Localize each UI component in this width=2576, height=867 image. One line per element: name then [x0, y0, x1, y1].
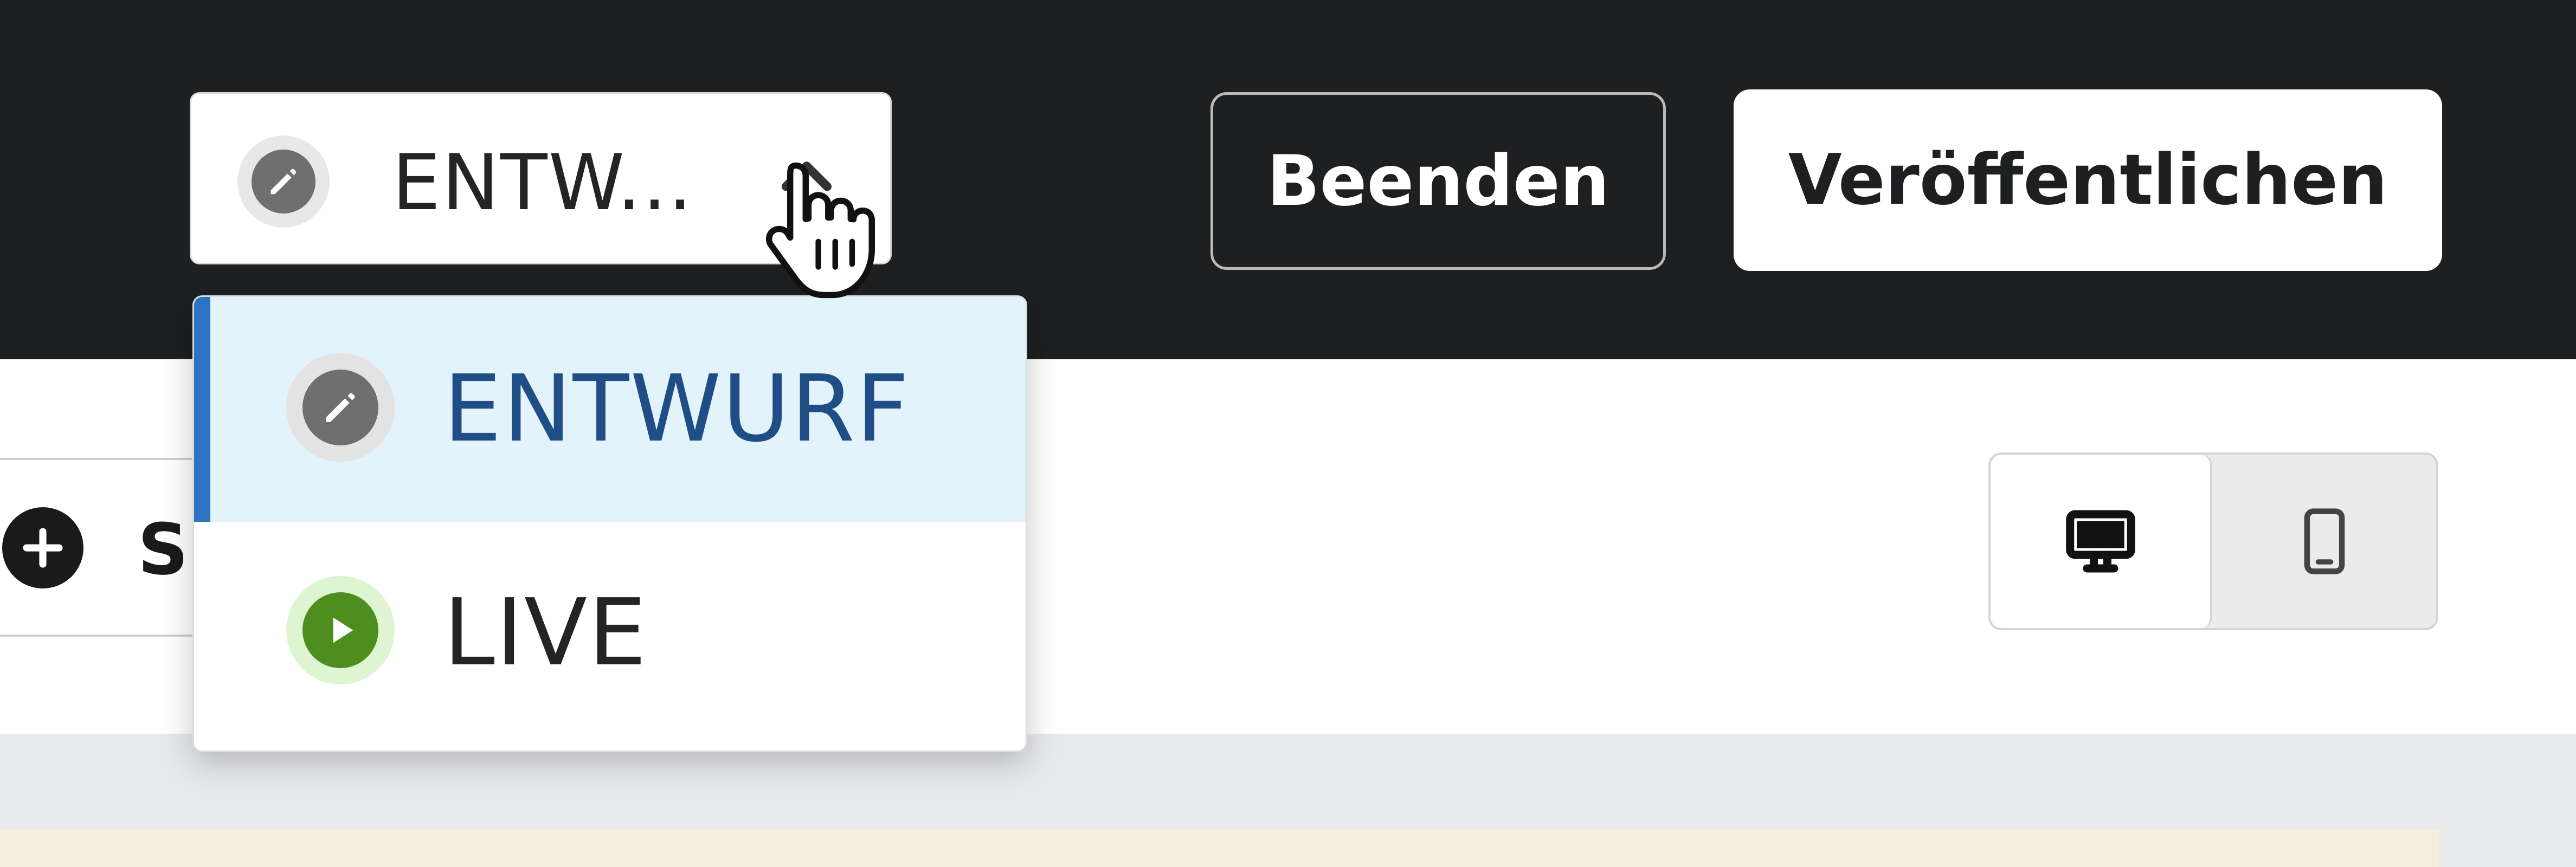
add-section-label: S — [138, 508, 189, 591]
desktop-icon — [2065, 510, 2135, 573]
hand-cursor-icon — [766, 162, 875, 299]
status-option-label: LIVE — [443, 579, 648, 687]
canvas-strip — [0, 829, 2439, 867]
device-toggle — [1988, 452, 2438, 630]
play-icon — [286, 576, 395, 684]
selected-indicator — [194, 297, 210, 522]
pencil-icon — [237, 135, 330, 228]
publish-button[interactable]: Veröffentlichen — [1734, 89, 2442, 271]
mobile-icon — [2304, 508, 2345, 574]
status-option-live[interactable]: LIVE — [194, 522, 1026, 750]
status-option-entwurf[interactable]: ENTWURF — [194, 297, 1026, 522]
status-current-label: ENTW... — [392, 138, 694, 228]
pencil-icon — [286, 353, 395, 462]
mobile-view-button[interactable] — [2213, 455, 2436, 628]
quit-button[interactable]: Beenden — [1210, 92, 1666, 270]
status-option-label: ENTWURF — [443, 355, 910, 463]
plus-icon — [2, 507, 83, 588]
status-menu: ENTWURF LIVE — [192, 295, 1027, 752]
desktop-view-button[interactable] — [1991, 455, 2212, 628]
